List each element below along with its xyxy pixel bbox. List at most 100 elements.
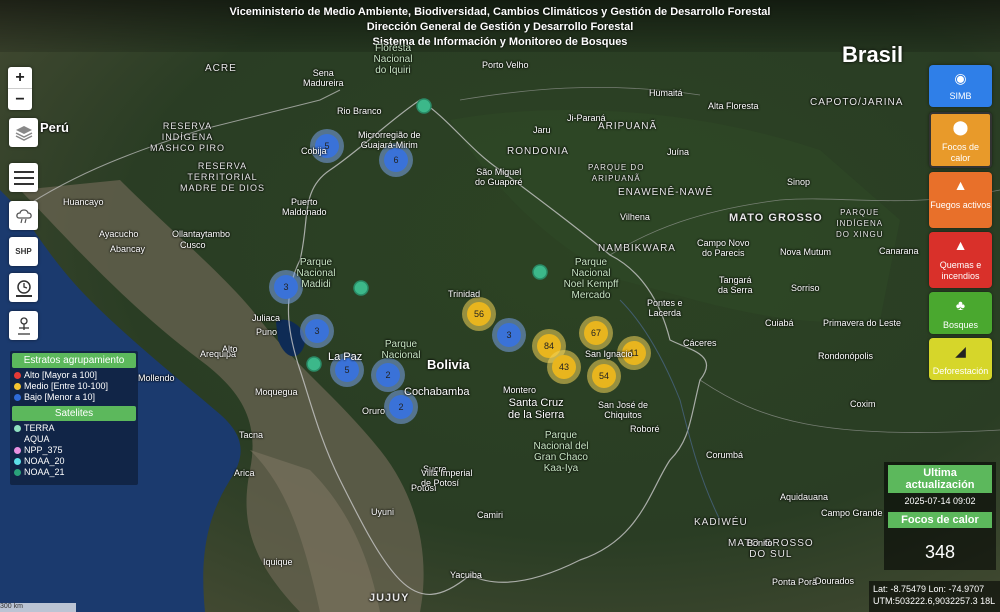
label-nova-mutum: Nova Mutum bbox=[780, 247, 832, 257]
label-bolivia: Bolivia bbox=[427, 357, 470, 372]
saw-icon: ◢ bbox=[955, 343, 966, 359]
cluster-marker[interactable]: 2 bbox=[371, 358, 405, 392]
utm-readout: UTM:503222.6,9032257.3 18L bbox=[873, 596, 996, 606]
burns-label: Quemas e incendios bbox=[939, 260, 982, 281]
label-camiri: Camiri bbox=[477, 510, 503, 520]
cluster-count: 84 bbox=[544, 341, 554, 351]
label-cusco: Cusco bbox=[180, 240, 206, 250]
forests-label: Bosques bbox=[942, 320, 979, 330]
heat-point[interactable] bbox=[353, 280, 369, 296]
cluster-count: 5 bbox=[344, 365, 349, 375]
deforestation-button[interactable]: ◢ Deforestación bbox=[929, 338, 992, 380]
label-sanignacio: San Ignacio bbox=[585, 349, 633, 359]
menu-button[interactable] bbox=[9, 163, 38, 192]
label-cobija: Cobija bbox=[301, 146, 327, 156]
label-tangara: Tangará da Serra bbox=[718, 275, 753, 295]
cluster-marker[interactable]: 43 bbox=[547, 350, 581, 384]
label-ponta-pora: Ponta Porã bbox=[772, 577, 818, 587]
cluster-count: 2 bbox=[398, 402, 403, 412]
heat-title: Focos de calor bbox=[888, 512, 992, 528]
update-title: Ultima actualización bbox=[888, 465, 992, 493]
measure-icon bbox=[17, 316, 30, 335]
timeline-button[interactable] bbox=[9, 273, 38, 302]
satellite-noaa20: NOAA_20 bbox=[10, 456, 138, 467]
legend-item-bajo: Bajo [Menor a 10] bbox=[10, 392, 138, 403]
label-reserva-mashco: RESERVA INDÍGENA MASHCO PIRO bbox=[150, 121, 226, 153]
fire-cluster-icon: ⬤ bbox=[952, 119, 969, 135]
legend-label: Alto [Mayor a 100] bbox=[24, 370, 98, 380]
label-arica: Arica bbox=[234, 468, 255, 478]
label-santa-cruz: Santa Cruz de la Sierra bbox=[508, 397, 565, 421]
scale-bar: 300 km bbox=[0, 603, 76, 612]
label-bonito: Bonito bbox=[747, 538, 773, 548]
satellite-dot bbox=[14, 425, 21, 432]
satellite-npp: NPP_375 bbox=[10, 445, 138, 456]
satellite-label: TERRA bbox=[24, 423, 55, 433]
label-park-madidi: Parque Nacional Madidi bbox=[296, 257, 336, 290]
country-label-brasil: Brasil bbox=[842, 42, 904, 67]
cluster-count: 54 bbox=[599, 371, 609, 381]
label-huancayo: Huancayo bbox=[63, 197, 104, 207]
label-ji-parana: Ji-Paraná bbox=[567, 113, 606, 123]
heat-point[interactable] bbox=[532, 264, 548, 280]
label-la-paz: La Paz bbox=[328, 351, 363, 363]
label-park-lapaz: Parque Nacional bbox=[381, 339, 421, 361]
satellite-dot bbox=[14, 469, 21, 476]
label-puno: Puno bbox=[256, 327, 278, 337]
burns-button[interactable]: ▲ Quemas e incendios bbox=[929, 232, 992, 288]
cluster-marker[interactable]: 3 bbox=[492, 318, 526, 352]
cluster-marker[interactable]: 54 bbox=[587, 359, 621, 393]
satellite-label: NOAA_21 bbox=[24, 467, 65, 477]
zoom-in-button[interactable]: + bbox=[8, 67, 32, 89]
label-mato-grosso: MATO GROSSO bbox=[729, 212, 823, 224]
cluster-count: 43 bbox=[559, 362, 569, 372]
cluster-marker[interactable]: 3 bbox=[300, 314, 334, 348]
deforestation-label: Deforestación bbox=[932, 366, 989, 376]
header-line-2: Dirección General de Gestión y Desarroll… bbox=[366, 21, 634, 33]
label-montero: Montero bbox=[503, 385, 537, 395]
label-vilhena: Vilhena bbox=[620, 212, 650, 222]
label-sorriso: Sorriso bbox=[791, 283, 820, 293]
satellite-terra: TERRA bbox=[10, 423, 138, 434]
stats-panel: Ultima actualización 2025-07-14 09:02 Fo… bbox=[884, 462, 996, 570]
heat-spots-button[interactable]: ⬤ Focos de calor bbox=[929, 112, 992, 168]
heat-point[interactable] bbox=[306, 356, 322, 372]
cluster-marker[interactable]: 67 bbox=[579, 316, 613, 350]
label-park-noel: Parque Nacional Noel Kempff Mercado bbox=[563, 257, 619, 301]
weather-button[interactable] bbox=[9, 201, 38, 230]
heat-point[interactable] bbox=[416, 98, 432, 114]
layers-button[interactable] bbox=[9, 118, 38, 147]
label-mollendo: Mollendo bbox=[138, 373, 175, 383]
label-campo-novo: Campo Novo do Parecis bbox=[697, 238, 750, 258]
simb-button[interactable]: ◉ SIMB bbox=[929, 65, 992, 107]
layers-icon bbox=[15, 125, 32, 141]
shp-button[interactable]: SHP bbox=[9, 237, 38, 266]
label-parque-aripuana: PARQUE DO ARIPUANÃ bbox=[588, 163, 645, 183]
label-jaru: Jaru bbox=[533, 125, 551, 135]
label-kadiweu: KADIWÉU bbox=[694, 517, 748, 528]
label-caceres: Cáceres bbox=[683, 338, 717, 348]
forests-button[interactable]: ♣ Bosques bbox=[929, 292, 992, 334]
latlon-readout: Lat: -8.75479 Lon: -74.9707 bbox=[873, 584, 985, 594]
legend-label: Medio [Entre 10-100] bbox=[24, 381, 109, 391]
measure-button[interactable] bbox=[9, 311, 38, 340]
label-park-gran-chaco: Parque Nacional del Gran Chaco Kaa-Iya bbox=[533, 430, 589, 474]
label-jujuy: JUJUY bbox=[369, 592, 410, 604]
satellite-aqua: AQUA bbox=[10, 434, 138, 445]
label-xingu: PARQUE INDÍGENA DO XINGU bbox=[836, 208, 884, 239]
update-date: 2025-07-14 09:02 bbox=[904, 496, 976, 506]
label-juina: Juína bbox=[667, 147, 690, 157]
globe-icon: ◉ bbox=[954, 70, 967, 86]
zoom-out-button[interactable]: − bbox=[8, 89, 32, 110]
legend-label: Bajo [Menor a 10] bbox=[24, 392, 96, 402]
map-canvas[interactable]: 56335 223568467114354 bbox=[0, 0, 1000, 612]
active-fires-button[interactable]: ▲ Fuegos activos bbox=[929, 172, 992, 228]
label-aquidauana: Aquidauana bbox=[780, 492, 829, 502]
label-rondonopolis: Rondonópolis bbox=[818, 351, 874, 361]
legend-dot-alto bbox=[14, 372, 21, 379]
shp-icon: SHP bbox=[15, 247, 32, 256]
label-primavera: Primavera do Leste bbox=[823, 318, 902, 328]
active-fires-label: Fuegos activos bbox=[930, 200, 991, 210]
label-rio-branco: Rio Branco bbox=[337, 106, 382, 116]
cluster-marker[interactable]: 56 bbox=[462, 297, 496, 331]
